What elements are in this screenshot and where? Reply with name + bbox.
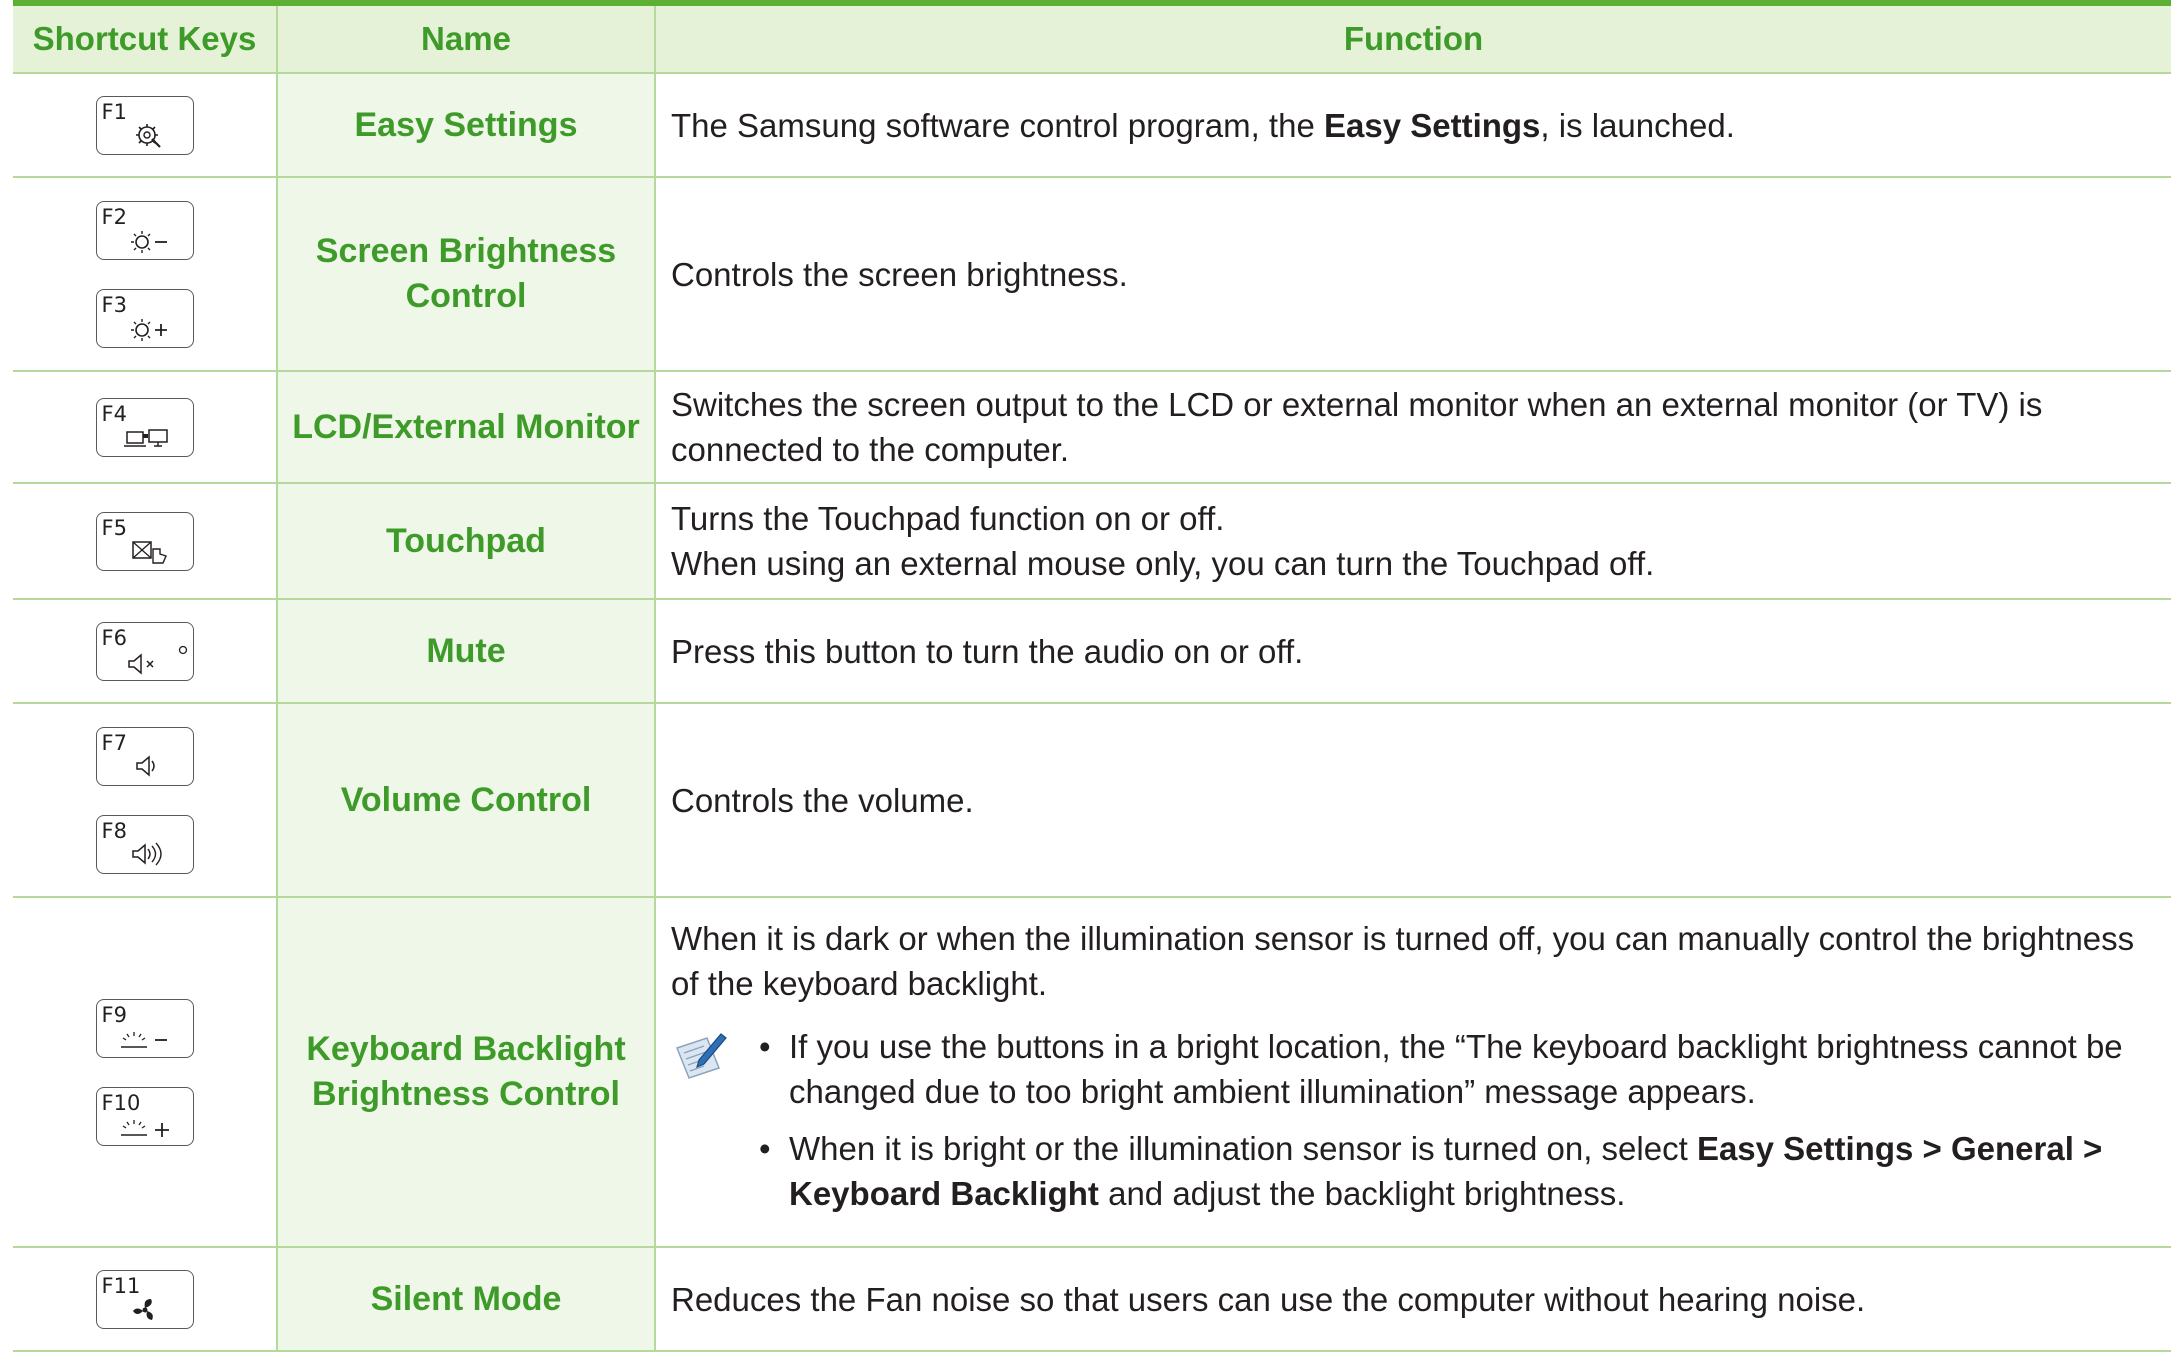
func-lcd-monitor: Switches the screen output to the LCD or… xyxy=(654,371,2171,484)
name-touchpad: Touchpad xyxy=(276,483,655,600)
f3-key[interactable]: F3 xyxy=(95,288,194,348)
brightness-down-icon xyxy=(130,230,167,253)
func-touchpad: Turns the Touchpad function on or off. Wh… xyxy=(654,483,2171,600)
name-lcd-monitor: LCD/External Monitor xyxy=(276,371,655,484)
f7-key[interactable]: F7 xyxy=(95,726,194,786)
volume-down-icon xyxy=(135,754,155,777)
f5-key[interactable]: F5 xyxy=(95,511,194,571)
row-silent-mode: F11 Silent Mode Reduces the Fan noise so… xyxy=(13,1247,2171,1352)
volume-up-icon xyxy=(131,842,162,865)
func-silent-mode: Reduces the Fan noise so that users can … xyxy=(654,1247,2171,1352)
shortcut-table-container: Shortcut Keys Name Function F1 Easy Sett… xyxy=(13,0,2171,1352)
f10-key[interactable]: F10 xyxy=(95,1086,194,1146)
kbd-description: When it is dark or when the illumination… xyxy=(671,920,2135,1002)
row-lcd-monitor: F4 LCD/External Monitor Switches the scr… xyxy=(13,371,2171,484)
func-volume: Controls the volume. xyxy=(654,703,2171,898)
row-mute: F6 Mute Press this button to turn the au… xyxy=(13,599,2171,704)
touchpad-icon xyxy=(131,540,167,564)
f2-key[interactable]: F2 xyxy=(95,200,194,260)
f6-key[interactable]: F6 xyxy=(95,621,194,681)
name-volume: Volume Control xyxy=(276,703,655,898)
f1-key[interactable]: F1 xyxy=(95,95,194,155)
row-easy-settings: F1 Easy Settings The Samsung software co… xyxy=(13,73,2171,178)
name-screen-brightness: Screen Brightness Control xyxy=(276,177,655,372)
note-bullet-1: If you use the buttons in a bright locat… xyxy=(751,1024,2159,1114)
shortcut-table: Shortcut Keys Name Function F1 Easy Sett… xyxy=(13,6,2171,1352)
name-silent-mode: Silent Mode xyxy=(276,1247,655,1352)
name-easy-settings: Easy Settings xyxy=(276,73,655,178)
func-mute: Press this button to turn the audio on o… xyxy=(654,599,2171,704)
func-easy-settings: The Samsung software control program, th… xyxy=(654,73,2171,178)
kbd-backlight-up-icon xyxy=(120,1119,169,1137)
brightness-up-icon xyxy=(130,318,167,341)
mute-icon xyxy=(127,645,187,675)
row-touchpad: F5 Touchpad Turns the Touchpad function … xyxy=(13,483,2171,600)
row-keyboard-backlight: F9 F10 Keyboard Backlight Brightness Con… xyxy=(13,897,2171,1248)
row-screen-brightness: F2 F3 Screen Brightness Control Controls… xyxy=(13,177,2171,372)
f11-key[interactable]: F11 xyxy=(95,1269,194,1329)
name-keyboard-backlight: Keyboard Backlight Brightness Control xyxy=(276,897,655,1248)
gear-wrench-icon xyxy=(135,123,161,148)
header-name: Name xyxy=(276,6,655,74)
func-keyboard-backlight: When it is dark or when the illumination… xyxy=(654,897,2171,1248)
f9-key[interactable]: F9 xyxy=(95,998,194,1058)
header-shortcut-keys: Shortcut Keys xyxy=(13,6,277,74)
header-row: Shortcut Keys Name Function xyxy=(13,6,2171,74)
func-screen-brightness: Controls the screen brightness. xyxy=(654,177,2171,372)
kbd-backlight-down-icon xyxy=(120,1031,167,1048)
note-block: If you use the buttons in a bright locat… xyxy=(671,1024,2159,1228)
note-bullets: If you use the buttons in a bright locat… xyxy=(751,1024,2159,1228)
fan-icon xyxy=(132,1298,153,1320)
name-mute: Mute xyxy=(276,599,655,704)
lcd-monitor-icon xyxy=(123,428,168,447)
f4-key[interactable]: F4 xyxy=(95,397,194,457)
row-volume: F7 F8 Volume Control Controls the volume… xyxy=(13,703,2171,898)
note-bullet-2: When it is bright or the illumination se… xyxy=(751,1126,2159,1216)
header-function: Function xyxy=(654,6,2171,74)
f8-key[interactable]: F8 xyxy=(95,814,194,874)
note-pencil-icon xyxy=(676,1033,727,1079)
